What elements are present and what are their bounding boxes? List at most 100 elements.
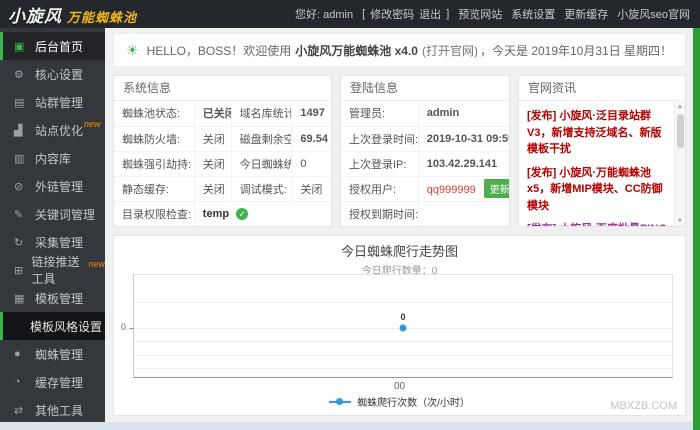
keyword-icon: ✎	[14, 208, 24, 221]
chart-plot-area: 0 0	[121, 274, 673, 378]
scroll-up-icon[interactable]: ▲	[677, 102, 683, 112]
main-content: ☀ HELLO，BOSS！欢迎使用 小旋风万能蜘蛛池 x4.0 (打开官网) ，…	[105, 28, 693, 422]
news-link[interactable]: [发布] 小旋风·百度批量PING推送工具v2(日推送量百万)	[527, 221, 670, 226]
chart-icon: ▟	[14, 124, 23, 137]
template-icon: ▦	[14, 292, 25, 305]
table-row: 管理员: admin	[341, 101, 509, 127]
auth-user-value: qq999999	[426, 184, 476, 196]
auth-expiry-value	[418, 201, 509, 226]
home-icon: ▣	[14, 40, 25, 53]
sidebar: ▣ 后台首页 ⚙ 核心设置 ▤ 站群管理 ▟ 站点优化 new ▥ 内容库 ⊘ …	[0, 28, 105, 422]
gridline	[134, 341, 672, 343]
push-icon: ⊞	[14, 264, 24, 277]
library-icon: ▥	[14, 152, 25, 165]
table-row: 蜘蛛池状态: 已关闭 域名库统计: 1497	[114, 101, 331, 127]
news-list: [发布] 小旋风·泛目录站群V3，新增支持泛域名、新版模板干扰 [发布] 小旋风…	[519, 102, 674, 226]
preview-site-link[interactable]: 预览网站	[458, 6, 502, 22]
data-point[interactable]	[399, 324, 407, 332]
legend-marker-icon	[329, 398, 352, 405]
topbar-menu: 您好: admin [ 修改密码 退出 ] 预览网站 系统设置 更新缓存 小旋风…	[295, 6, 690, 22]
sidebar-subitem-template-style[interactable]: 模板风格设置	[0, 312, 105, 340]
system-info-table: 蜘蛛池状态: 已关闭 域名库统计: 1497 蜘蛛防火墙: 关闭 磁盘剩余空间:…	[114, 101, 331, 226]
scroll-down-icon[interactable]: ▼	[677, 216, 683, 226]
sidebar-item-template-manage[interactable]: ▦ 模板管理	[0, 284, 105, 312]
sidebar-item-label: 后台首页	[35, 39, 84, 54]
news-link[interactable]: [发布] 小旋风·泛目录站群V3，新增支持泛域名、新版模板干扰	[527, 108, 670, 158]
sidebar-item-dashboard[interactable]: ▣ 后台首页	[0, 32, 105, 60]
login-info-panel: 登陆信息 管理员: admin 上次登录时间: 2019-10-31 09:59…	[340, 75, 510, 227]
check-icon: ✓	[236, 207, 249, 220]
sidebar-item-label: 链接推送工具	[31, 255, 80, 286]
sidebar-item-site-group[interactable]: ▤ 站群管理	[0, 88, 105, 116]
tools-icon: ⇄	[14, 404, 24, 417]
sidebar-item-label: 内容库	[35, 151, 72, 166]
spider-icon: ●	[14, 348, 21, 360]
y-axis-tick: 0	[121, 322, 127, 333]
gridline	[134, 367, 672, 369]
bracket-left: [	[362, 8, 366, 20]
sidebar-item-spider-manage[interactable]: ● 蜘蛛管理	[0, 340, 105, 368]
sidebar-item-link-push-tool[interactable]: ⊞ 链接推送工具 new	[0, 255, 105, 286]
sidebar-item-other-tools[interactable]: ⇄ 其他工具	[0, 396, 105, 424]
sun-icon: ☀	[126, 41, 139, 58]
update-auth-button[interactable]: 更新	[483, 179, 509, 198]
product-name: 小旋风万能蜘蛛池 x4.0	[295, 43, 418, 58]
table-row: 授权用户: qq999999 更新	[341, 176, 509, 202]
sidebar-item-content-library[interactable]: ▥ 内容库	[0, 144, 105, 172]
official-news-panel: 官网资讯 [发布] 小旋风·泛目录站群V3，新增支持泛域名、新版模板干扰 [发布…	[518, 75, 686, 227]
sites-icon: ▤	[14, 96, 25, 109]
system-info-panel: 系统信息 蜘蛛池状态: 已关闭 域名库统计: 1497 蜘蛛防火墙: 关闭 磁盘…	[113, 75, 332, 227]
green-edge-bar	[693, 26, 700, 430]
sidebar-item-label: 关键词管理	[35, 207, 96, 222]
system-settings-link[interactable]: 系统设置	[511, 6, 555, 22]
data-point-label: 0	[400, 312, 406, 323]
table-row: 蜘蛛强引劫持: 关闭 今日蜘蛛统计: 0	[114, 151, 331, 177]
change-password-link[interactable]: 修改密码	[370, 6, 414, 22]
table-row: 授权到期时间:	[341, 201, 509, 226]
panel-title: 系统信息	[114, 76, 331, 101]
welcome-bar: ☀ HELLO，BOSS！欢迎使用 小旋风万能蜘蛛池 x4.0 (打开官网) ，…	[113, 33, 686, 67]
logo-text-primary: 小旋风	[8, 6, 62, 26]
logout-link[interactable]: 退出	[419, 6, 441, 22]
link-icon: ⊘	[14, 180, 24, 193]
update-cache-link[interactable]: 更新缓存	[564, 6, 608, 22]
gear-icon: ⚙	[14, 68, 24, 81]
table-row: 目录权限检查: temp ✓	[114, 201, 331, 226]
page-bottom-strip	[0, 422, 700, 430]
spider-crawl-chart-panel: 今日蜘蛛爬行走势图 今日爬行数量：0 0 0 00 蜘蛛爬行次数（次/小时） M…	[113, 235, 686, 416]
chart-legend[interactable]: 蜘蛛爬行次数（次/小时）	[114, 394, 685, 409]
sidebar-item-label: 站群管理	[35, 95, 84, 110]
gridline	[134, 301, 672, 303]
panel-title: 官网资讯	[519, 76, 685, 101]
news-link[interactable]: [发布] 小旋风·万能蜘蛛池x5，新增MIP模块、CC防御模块	[527, 165, 670, 215]
gridline	[134, 354, 672, 356]
welcome-text: HELLO，BOSS！欢迎使用	[146, 43, 292, 58]
info-panels-row: 系统信息 蜘蛛池状态: 已关闭 域名库统计: 1497 蜘蛛防火墙: 关闭 磁盘…	[113, 75, 686, 227]
news-scrollbar[interactable]: ▲ ▼	[674, 102, 685, 226]
sync-icon: ↻	[14, 236, 24, 249]
sidebar-item-label: 其他工具	[35, 403, 84, 418]
app-logo: 小旋风 万能蜘蛛池	[8, 2, 137, 27]
table-row: 蜘蛛防火墙: 关闭 磁盘剩余空间: 69.54 GB	[114, 126, 331, 152]
sidebar-item-external-links[interactable]: ⊘ 外链管理	[0, 172, 105, 200]
sidebar-item-label: 模板管理	[35, 291, 84, 306]
chart-title: 今日蜘蛛爬行走势图	[340, 244, 458, 259]
sidebar-item-cache-manage[interactable]: ◔ 缓存管理	[0, 368, 105, 396]
cache-icon: ◔	[14, 376, 21, 388]
sidebar-item-core-settings[interactable]: ⚙ 核心设置	[0, 60, 105, 88]
sidebar-item-site-optimize[interactable]: ▟ 站点优化 new	[0, 116, 105, 144]
account-links: [ 修改密码 退出 ]	[362, 6, 449, 22]
new-badge: new	[88, 259, 105, 269]
sidebar-item-label: 蜘蛛管理	[35, 347, 84, 362]
official-site-link[interactable]: 小旋风seo官网	[617, 6, 690, 22]
scrollbar-thumb[interactable]	[676, 114, 684, 148]
sidebar-item-label: 核心设置	[35, 67, 84, 82]
sidebar-item-keywords[interactable]: ✎ 关键词管理	[0, 200, 105, 228]
user-greeting: 您好: admin	[295, 9, 354, 21]
header: 小旋风 万能蜘蛛池 您好: admin [ 修改密码 退出 ] 预览网站 系统设…	[0, 0, 700, 28]
open-official-site-link[interactable]: (打开官网)	[422, 42, 478, 59]
sidebar-item-label: 外链管理	[35, 179, 84, 194]
table-row: 上次登录时间: 2019-10-31 09:59	[341, 126, 509, 152]
welcome-date-text: ，今天是 2019年10月31日 星期四！	[479, 43, 673, 58]
sidebar-item-collection[interactable]: ↻ 采集管理	[0, 228, 105, 256]
